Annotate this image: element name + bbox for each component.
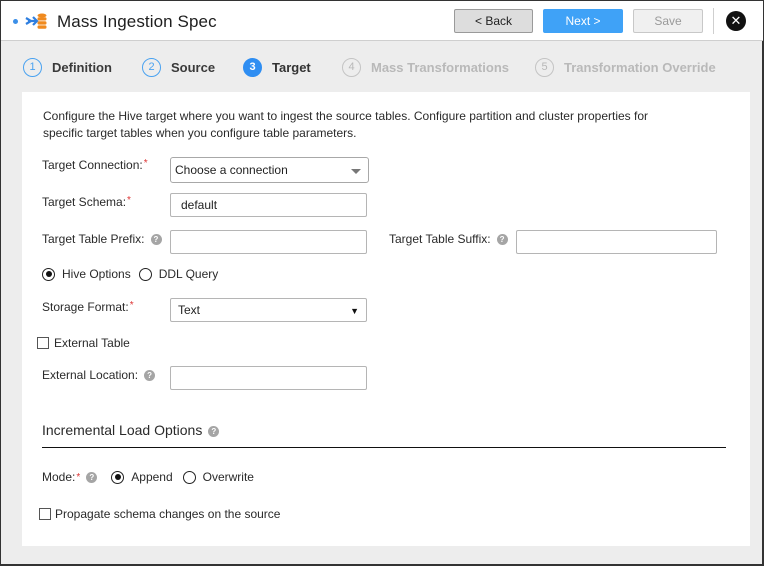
chevron-down-icon [351,169,361,174]
target-table-prefix-label: Target Table Prefix:? [42,232,162,246]
required-marker: * [143,158,148,169]
external-table-checkbox[interactable] [37,337,49,349]
append-label[interactable]: Append [131,470,172,484]
incremental-load-title: Incremental Load Options? [42,422,220,438]
hive-options-radio[interactable] [42,267,55,281]
step-number: 5 [535,57,554,77]
selected-value: Choose a connection [175,163,288,177]
label-text: Target Table Suffix: [389,232,491,246]
wizard-window: Mass Ingestion Spec < Back Next > Save ✕… [0,0,764,566]
dropdown-arrow-icon: ▼ [350,306,359,316]
help-icon[interactable]: ? [496,234,508,246]
target-connection-select[interactable]: Choose a connection [170,157,369,183]
step-mass-transformations: 4 Mass Transformations [342,57,509,77]
wizard-steps: 1 Definition 2 Source 3 Target 4 Mass Tr… [1,42,763,92]
save-button[interactable]: Save [633,9,703,33]
target-table-prefix-input[interactable] [170,230,367,254]
target-form-panel: Configure the Hive target where you want… [22,92,750,546]
next-button[interactable]: Next > [543,9,623,33]
header-divider [713,8,714,34]
step-number: 2 [142,57,161,77]
mode-label: Mode: [42,470,76,484]
mode-radio-group: Mode: * ? Append Overwrite [42,470,262,484]
section-divider [42,447,726,448]
required-marker: * [76,471,81,483]
close-icon[interactable]: ✕ [726,11,746,31]
step-label: Target [272,59,311,75]
back-button[interactable]: < Back [454,9,533,33]
status-dot-icon [13,19,18,24]
step-number: 3 [243,57,262,77]
mass-ingestion-icon [25,13,47,29]
required-marker: * [129,300,134,311]
help-icon[interactable]: ? [144,370,156,382]
step-transformation-override: 5 Transformation Override [535,57,716,77]
storage-format-label: Storage Format:* [42,300,134,314]
step-label: Mass Transformations [371,59,509,75]
step-source[interactable]: 2 Source [142,57,215,77]
help-icon[interactable]: ? [208,425,220,437]
help-icon[interactable]: ? [150,234,162,246]
overwrite-radio[interactable] [182,470,196,484]
step-label: Definition [52,59,112,75]
ddl-query-label[interactable]: DDL Query [159,267,219,281]
external-table-row: External Table [37,336,130,350]
ddl-query-radio[interactable] [138,267,152,281]
propagate-schema-label[interactable]: Propagate schema changes on the source [55,507,280,521]
target-schema-label: Target Schema:* [42,195,131,209]
external-location-label: External Location:? [42,368,156,382]
selected-value: Text [178,303,201,317]
step-label: Transformation Override [564,59,716,75]
step-label: Source [171,59,216,75]
external-table-label[interactable]: External Table [54,336,130,350]
step-definition[interactable]: 1 Definition [23,57,112,77]
label-text: External Location: [42,368,139,382]
propagate-schema-checkbox[interactable] [39,508,51,520]
target-table-suffix-input[interactable] [516,230,717,254]
external-location-input[interactable] [170,366,367,390]
target-options-radio-group: Hive Options DDL Query [42,267,226,281]
header-bar: Mass Ingestion Spec < Back Next > Save ✕ [1,1,763,41]
overwrite-label[interactable]: Overwrite [203,470,254,484]
propagate-schema-row: Propagate schema changes on the source [39,507,280,521]
target-schema-input[interactable] [170,193,367,217]
label-text: Target Connection: [42,158,143,172]
section-title-text: Incremental Load Options [42,422,203,438]
hive-options-label[interactable]: Hive Options [62,267,131,281]
form-description: Configure the Hive target where you want… [43,109,648,140]
step-number: 1 [23,57,42,77]
page-title: Mass Ingestion Spec [57,12,217,31]
label-text: Target Table Prefix: [42,232,145,246]
label-text: Target Schema: [42,195,127,209]
help-icon[interactable]: ? [86,471,98,483]
target-table-suffix-label: Target Table Suffix:? [389,232,508,246]
label-text: Storage Format: [42,300,129,314]
step-number: 4 [342,57,361,77]
required-marker: * [127,195,131,206]
append-radio[interactable] [111,470,125,484]
storage-format-select[interactable]: Text ▼ [170,298,367,322]
step-target[interactable]: 3 Target [243,57,311,77]
target-connection-label: Target Connection:* [42,158,148,172]
